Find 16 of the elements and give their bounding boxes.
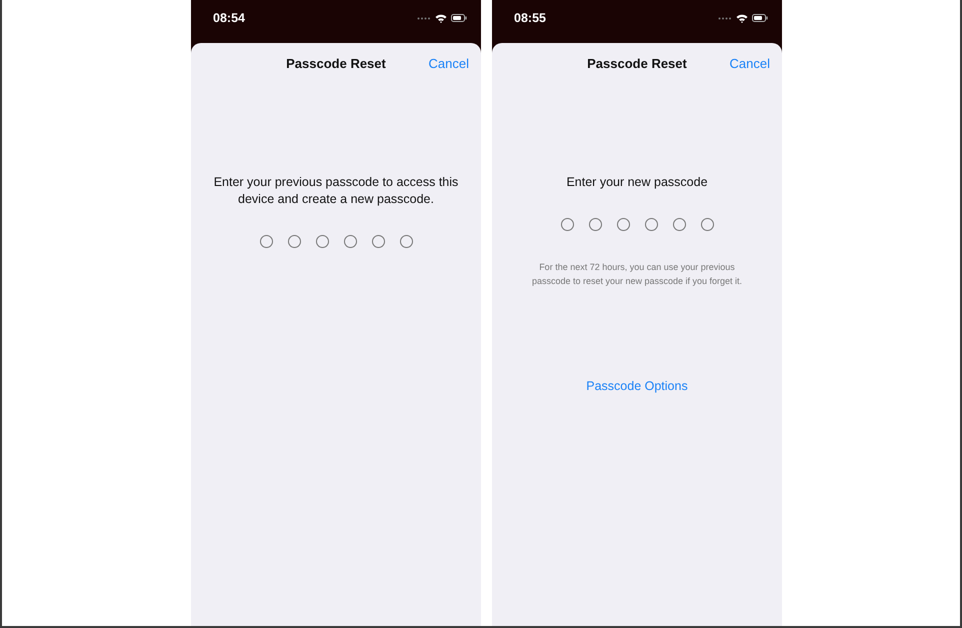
wifi-icon xyxy=(435,14,447,22)
battery-icon xyxy=(752,14,768,22)
passcode-prompt: Enter your previous passcode to access this device and create a new passcode. xyxy=(212,174,460,208)
status-time: 08:54 xyxy=(213,11,245,25)
passcode-note: For the next 72 hours, you can use your previous passcode to reset your new passcode if you forget it. xyxy=(530,261,744,288)
wifi-icon xyxy=(736,14,748,22)
battery-icon xyxy=(451,14,467,22)
sheet-title: Passcode Reset xyxy=(587,56,687,70)
sheet-title: Passcode Reset xyxy=(286,56,386,70)
passcode-prompt: Enter your new passcode xyxy=(565,174,709,191)
passcode-options-link[interactable]: Passcode Options xyxy=(586,379,688,393)
cancel-button[interactable]: Cancel xyxy=(428,56,469,70)
cancel-button[interactable]: Cancel xyxy=(730,56,770,70)
status-time: 08:55 xyxy=(514,11,546,25)
signal-icon xyxy=(718,16,732,20)
signal-icon xyxy=(417,16,431,20)
